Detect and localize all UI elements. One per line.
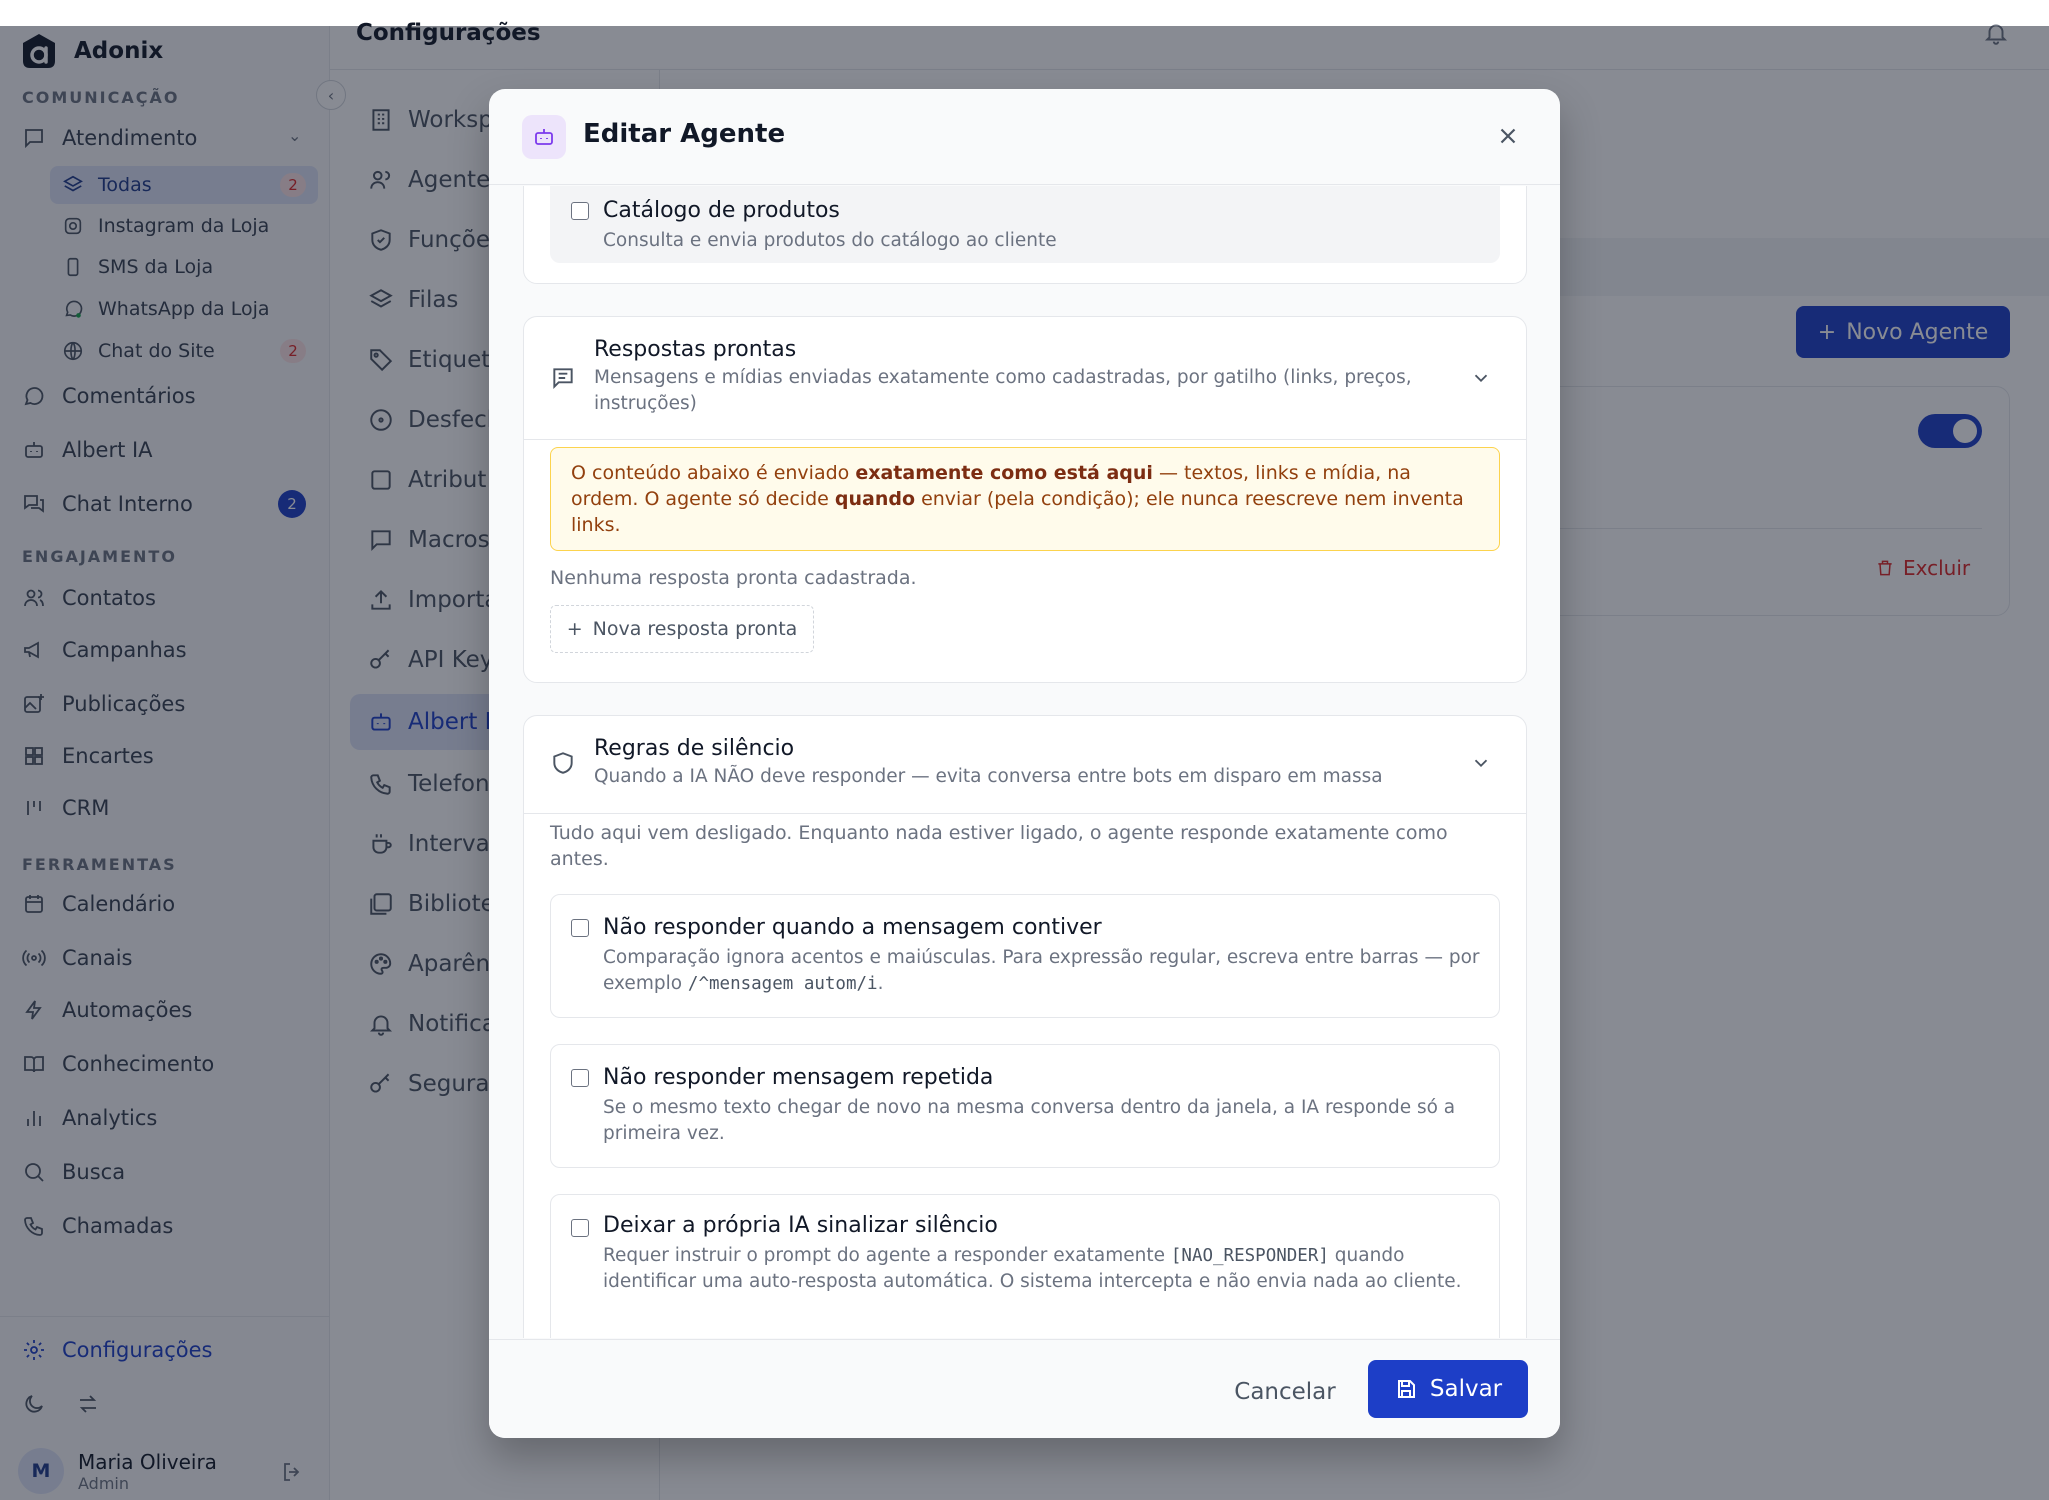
save-button[interactable]: Salvar <box>1368 1360 1528 1418</box>
quick-replies-panel: Respostas prontas Mensagens e mídias env… <box>523 316 1527 683</box>
panel-desc: Quando a IA NÃO deve responder — evita c… <box>594 766 1383 787</box>
panel-title: Respostas prontas <box>594 337 797 362</box>
checkbox-catalogo[interactable] <box>571 202 589 220</box>
shield-icon <box>550 750 576 776</box>
warning-bold-2: quando <box>834 488 916 510</box>
rule1-code: /^mensagem autom/i <box>687 974 878 994</box>
option-title: Não responder mensagem repetida <box>603 1065 994 1090</box>
rule-ai-signal[interactable]: Deixar a própria IA sinalizar silêncio R… <box>550 1194 1500 1338</box>
modal-body[interactable]: Catálogo de produtos Consulta e envia pr… <box>489 186 1560 1338</box>
warning-text-1: O conteúdo abaixo é enviado <box>571 462 856 484</box>
option-desc: Comparação ignora acentos e maiúsculas. … <box>603 945 1483 997</box>
option-catalogo[interactable]: Catálogo de produtos Consulta e envia pr… <box>550 186 1500 263</box>
silence-intro: Tudo aqui vem desligado. Enquanto nada e… <box>550 822 1448 870</box>
modal-header: Editar Agente <box>489 89 1560 185</box>
checkbox-rule-contains[interactable] <box>571 919 589 937</box>
save-label: Salvar <box>1429 1376 1503 1402</box>
edit-agent-modal: Editar Agente Catálogo de produtos Consu… <box>489 89 1560 1438</box>
option-title: Deixar a própria IA sinalizar silêncio <box>603 1213 998 1238</box>
app-root: Adonix COMUNICAÇÃO Atendimento ⌄ Todas 2… <box>0 0 2049 1500</box>
rule1-end: . <box>877 973 884 994</box>
panel-desc: Mensagens e mídias enviadas exatamente c… <box>594 367 1412 414</box>
option-title: Catálogo de produtos <box>603 198 840 223</box>
tools-panel: Catálogo de produtos Consulta e envia pr… <box>523 186 1527 284</box>
checkbox-rule-repeated[interactable] <box>571 1069 589 1087</box>
bot-icon <box>522 115 566 159</box>
chevron-down-icon[interactable] <box>1470 367 1492 389</box>
checkbox-rule-ai-signal[interactable] <box>571 1219 589 1237</box>
save-icon <box>1397 1380 1415 1398</box>
modal-title: Editar Agente <box>583 119 786 149</box>
option-desc: Requer instruir o prompt do agente a res… <box>603 1243 1483 1295</box>
rule-repeated[interactable]: Não responder mensagem repetida Se o mes… <box>550 1044 1500 1168</box>
warning-box: O conteúdo abaixo é enviado exatamente c… <box>550 447 1500 551</box>
empty-state: Nenhuma resposta pronta cadastrada. <box>550 567 917 589</box>
modal-footer: Cancelar Salvar <box>489 1339 1560 1438</box>
warning-bold-1: exatamente como está aqui <box>855 462 1153 484</box>
plus-icon: + <box>566 618 583 640</box>
rule3-desc-1: Requer instruir o prompt do agente a res… <box>603 1245 1171 1266</box>
message-square-text-icon <box>550 365 576 391</box>
rule3-code: [NAO_RESPONDER] <box>1170 1246 1329 1266</box>
option-desc: Se o mesmo texto chegar de novo na mesma… <box>603 1097 1456 1144</box>
silence-rules-panel: Regras de silêncio Quando a IA NÃO deve … <box>523 715 1527 1338</box>
option-title: Não responder quando a mensagem contiver <box>603 915 1102 940</box>
add-quick-reply-button[interactable]: + Nova resposta pronta <box>550 605 814 653</box>
add-label: Nova resposta pronta <box>592 618 798 640</box>
cancel-button[interactable]: Cancelar <box>1215 1364 1355 1420</box>
option-desc: Consulta e envia produtos do catálogo ao… <box>603 230 1057 251</box>
chevron-down-icon[interactable] <box>1470 752 1492 774</box>
panel-divider <box>524 813 1526 814</box>
rule-contains[interactable]: Não responder quando a mensagem contiver… <box>550 894 1500 1018</box>
panel-title: Regras de silêncio <box>594 736 795 761</box>
close-icon[interactable] <box>1495 123 1521 149</box>
